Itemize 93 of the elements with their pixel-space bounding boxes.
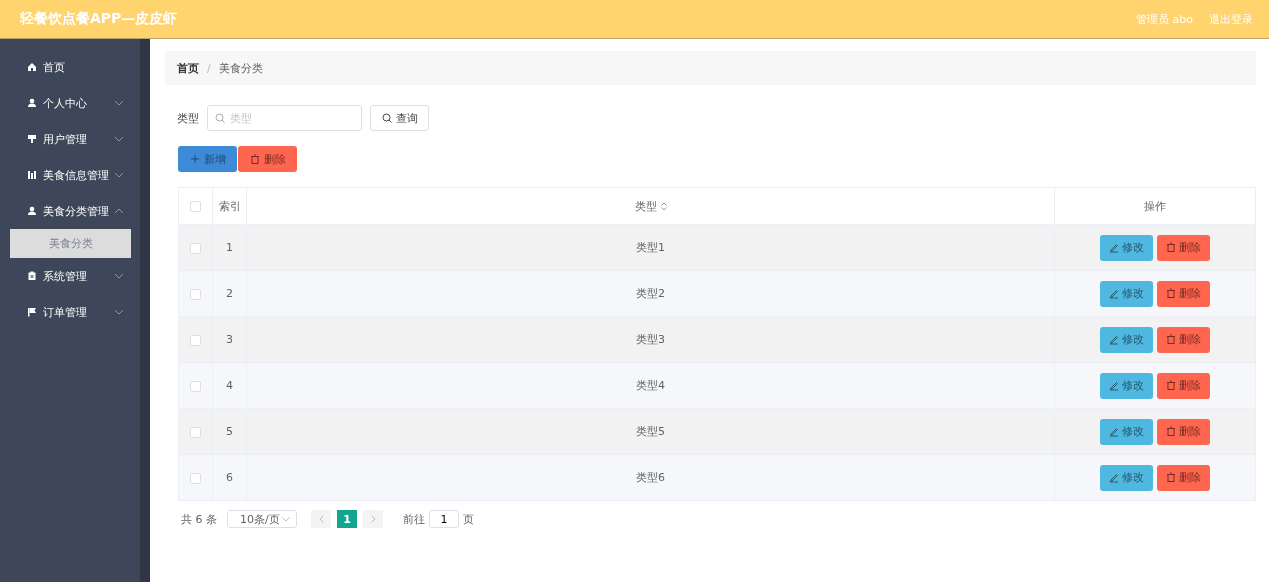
clipboard-icon [27, 271, 37, 281]
edit-button[interactable]: 修改 [1100, 464, 1153, 491]
column-header: 操作 [1144, 199, 1166, 213]
delete-button[interactable]: 删除 [1157, 234, 1210, 261]
pencil-icon [1109, 242, 1119, 253]
table-cell: 类型5 [636, 425, 665, 438]
sidebar-item[interactable]: 个人中心 [0, 85, 140, 121]
table-cell: 3 [226, 333, 233, 346]
delete-button[interactable]: 删除 [1157, 326, 1210, 353]
table-cell: 2 [226, 287, 233, 300]
table-cell: 类型2 [636, 287, 665, 300]
row-checkbox[interactable] [190, 472, 201, 484]
page-input[interactable]: 1 [429, 510, 459, 528]
page-number[interactable]: 1 [337, 510, 357, 528]
table-cell: 类型1 [636, 241, 665, 254]
page-suffix: 页 [463, 511, 474, 527]
search-field[interactable]: 类型 [207, 105, 362, 131]
chevron-icon [114, 100, 124, 106]
delete-button[interactable]: 删除 [1157, 418, 1210, 445]
table-cell: 类型6 [636, 471, 665, 484]
search-icon [215, 113, 225, 123]
delete-button[interactable]: 删除 [1157, 280, 1210, 307]
sidebar-item[interactable]: 系统管理 [0, 258, 140, 294]
sidebar-item[interactable]: 订单管理 [0, 294, 140, 330]
edit-button[interactable]: 修改 [1100, 372, 1153, 399]
breadcrumb-item[interactable]: 首页 [177, 60, 199, 76]
pencil-icon [1109, 334, 1119, 345]
trash-icon [1166, 242, 1176, 253]
app-title: 轻餐饮点餐APP—皮皮虾 [20, 10, 178, 28]
trash-icon [1166, 426, 1176, 437]
trash-icon [249, 153, 260, 165]
trash-icon [1166, 472, 1176, 483]
table-cell: 6 [226, 471, 233, 484]
user-name: 管理员 abo [1136, 11, 1193, 27]
column-header[interactable]: 类型 [634, 199, 657, 213]
chevron-icon [114, 309, 124, 315]
search-icon [381, 113, 392, 123]
chevron-icon [282, 516, 290, 522]
next-page-button[interactable] [363, 510, 383, 528]
row-checkbox[interactable] [190, 288, 201, 300]
edit-button[interactable]: 修改 [1100, 326, 1153, 353]
delete-button[interactable]: 删除 [1157, 372, 1210, 399]
row-checkbox[interactable] [190, 242, 201, 254]
home-icon [27, 62, 37, 72]
pencil-icon [1109, 472, 1119, 483]
sort-icon [660, 202, 667, 211]
goto-label: 前往 [403, 511, 425, 527]
trash-icon [1166, 288, 1176, 299]
table-cell: 4 [226, 379, 233, 392]
table-cell: 5 [226, 425, 233, 438]
pencil-icon [1109, 426, 1119, 437]
chevron-icon [114, 136, 124, 142]
edit-button[interactable]: 修改 [1100, 234, 1153, 261]
page-size-select[interactable]: 10条/页 [227, 510, 297, 528]
trash-icon [1166, 380, 1176, 391]
person-icon [27, 206, 37, 216]
field-label: 类型 [177, 110, 199, 126]
pencil-icon [1109, 380, 1119, 391]
add-button[interactable]: 新增 [178, 146, 237, 172]
sidebar-item[interactable]: 美食分类管理 [0, 193, 140, 229]
sidebar-item[interactable]: 首页 [0, 49, 140, 85]
sidebar-item[interactable]: 用户管理 [0, 121, 140, 157]
chevron-right-icon [370, 515, 376, 523]
delete-button[interactable]: 删除 [238, 146, 297, 172]
select-all-checkbox[interactable] [190, 201, 201, 212]
table-cell: 类型4 [636, 379, 665, 392]
trash-icon [1166, 334, 1176, 345]
chevron-icon [114, 172, 124, 178]
delete-button[interactable]: 删除 [1157, 464, 1210, 491]
signpost-icon [27, 134, 37, 144]
row-checkbox[interactable] [190, 426, 201, 438]
chevron-left-icon [318, 515, 324, 523]
breadcrumb-item: 美食分类 [218, 60, 263, 76]
sidebar-subitem[interactable]: 美食分类 [10, 229, 131, 258]
sidebar-item[interactable]: 美食信息管理 [0, 157, 140, 193]
edit-button[interactable]: 修改 [1100, 280, 1153, 307]
row-checkbox[interactable] [190, 334, 201, 346]
pencil-icon [1109, 288, 1119, 299]
table-cell: 1 [226, 241, 233, 254]
breadcrumb-separator: / [207, 61, 211, 75]
person-icon [27, 98, 37, 108]
chevron-icon [114, 208, 124, 214]
previous-page-button[interactable] [311, 510, 331, 528]
bar-chart-icon [27, 170, 37, 180]
flag-icon [27, 307, 37, 317]
column-header: 索引 [218, 199, 241, 213]
plus-icon [189, 154, 200, 164]
total-count: 共 6 条 [181, 511, 217, 527]
row-checkbox[interactable] [190, 380, 201, 392]
edit-button[interactable]: 修改 [1100, 418, 1153, 445]
chevron-icon [114, 273, 124, 279]
table-cell: 类型3 [636, 333, 665, 346]
search-button[interactable]: 查询 [370, 105, 429, 131]
